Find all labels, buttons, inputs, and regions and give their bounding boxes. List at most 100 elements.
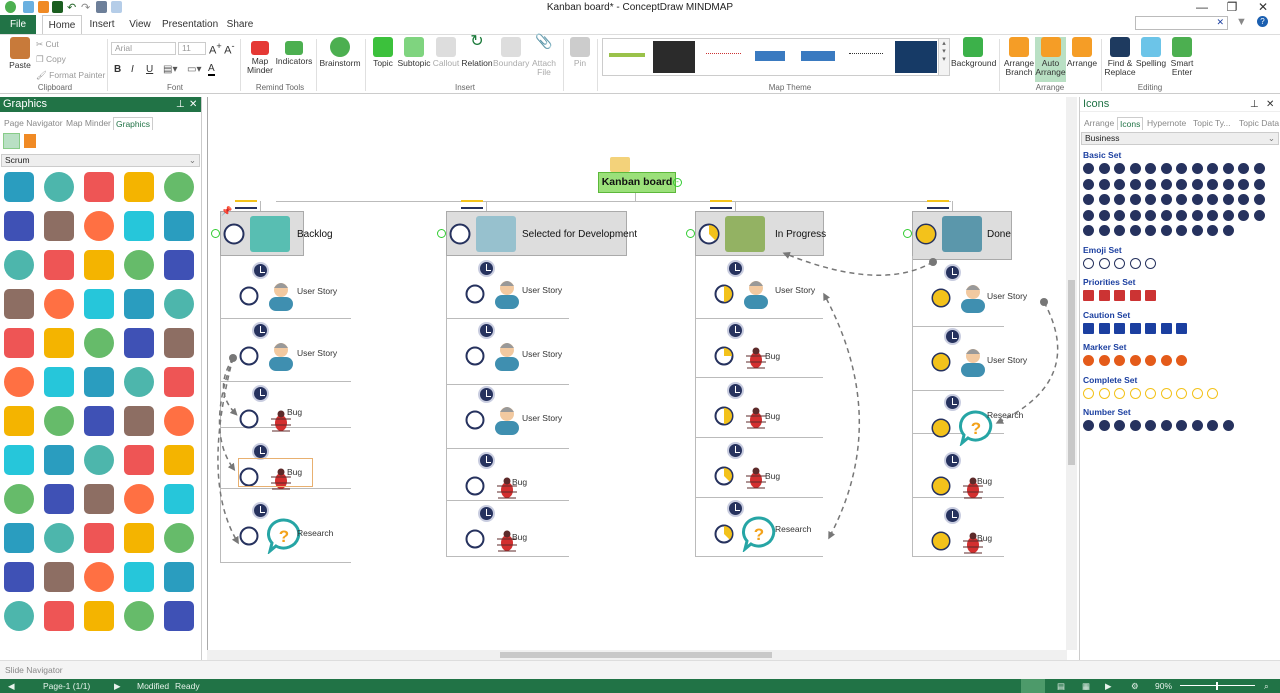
basic-set-icon[interactable] (1083, 178, 1094, 190)
magnifier-icon[interactable] (44, 601, 74, 631)
businessman-icon[interactable] (164, 172, 194, 202)
basic-set-icon[interactable] (1114, 194, 1125, 205)
basic-set-icon[interactable] (1114, 163, 1125, 174)
basic-set-icon[interactable] (1222, 225, 1234, 236)
eye-icon[interactable] (164, 601, 194, 631)
basic-set-icon[interactable] (1176, 209, 1187, 221)
indicators-button[interactable]: Indicators (275, 37, 313, 66)
complete-set-icon[interactable] (1129, 387, 1141, 399)
basic-set-icon[interactable] (1083, 225, 1094, 236)
basic-set-icon[interactable] (1098, 194, 1110, 205)
priorities-set-icon[interactable] (1129, 290, 1141, 301)
gantt-view-icon[interactable]: ▦ (1082, 681, 1090, 692)
print-preview-icon[interactable] (111, 1, 122, 13)
relation-arrow[interactable] (782, 251, 934, 276)
basic-set-icon[interactable] (1083, 163, 1094, 174)
help-icon[interactable]: ? (1257, 16, 1268, 27)
font-color-button[interactable]: A (208, 63, 215, 76)
number-set-icon[interactable] (1083, 420, 1094, 431)
marker-set-icon[interactable] (1160, 355, 1172, 366)
pin-panel-icon[interactable]: ⊥ (1250, 97, 1259, 112)
error-circle-icon[interactable] (164, 406, 194, 436)
fill-button[interactable]: ▭▾ (187, 64, 201, 75)
tab-home[interactable]: Home (42, 15, 82, 34)
bug-icon[interactable] (44, 211, 74, 241)
tab-topic-data[interactable]: Topic Data (1239, 117, 1279, 130)
basic-set-icon[interactable] (1253, 209, 1265, 221)
theme-4[interactable] (755, 51, 785, 61)
manager-icon[interactable] (164, 211, 194, 241)
align-button[interactable]: ▤▾ (163, 64, 177, 75)
priorities-set-icon[interactable] (1083, 290, 1094, 301)
target-icon[interactable] (4, 523, 34, 553)
complete-set-icon[interactable] (1098, 387, 1110, 399)
team-meeting-icon[interactable] (4, 250, 34, 280)
open-icon[interactable] (38, 1, 49, 13)
check-circle-icon[interactable] (44, 289, 74, 319)
image-library-icon[interactable] (24, 134, 36, 148)
underline-button[interactable]: U (146, 64, 153, 75)
emoji-set-icon[interactable] (1083, 257, 1094, 269)
gauge-icon[interactable] (124, 601, 154, 631)
format-painter-button[interactable]: 🖌 Format Painter (36, 70, 105, 81)
marker-set-icon[interactable] (1098, 355, 1110, 366)
tab-hypernote[interactable]: Hypernote (1147, 117, 1186, 130)
presenter-icon[interactable] (124, 445, 154, 475)
map-minder-button[interactable]: Map Minder (244, 37, 276, 75)
complete-set-icon[interactable] (1160, 387, 1172, 399)
tab-view[interactable]: View (125, 15, 155, 34)
clipboard-icon[interactable] (4, 601, 34, 631)
find-replace-button[interactable]: Find & Replace (1104, 37, 1136, 77)
basic-set-icon[interactable] (1191, 194, 1203, 205)
callout-button[interactable]: Callout (431, 37, 461, 68)
basic-set-icon[interactable] (1191, 163, 1203, 174)
marker-set-icon[interactable] (1083, 355, 1094, 366)
basic-set-icon[interactable] (1145, 178, 1156, 190)
complete-set-icon[interactable] (1083, 387, 1094, 399)
pin-button[interactable]: Pin (568, 37, 592, 68)
basic-set-icon[interactable] (1207, 178, 1218, 190)
library-view-icon[interactable] (3, 133, 20, 149)
gear-icon[interactable] (44, 172, 74, 202)
mvp-box-icon[interactable] (4, 367, 34, 397)
zoom-fit-icon[interactable]: ⌕ (1264, 681, 1269, 692)
relation-arrow[interactable] (995, 301, 1059, 424)
basic-set-icon[interactable] (1238, 178, 1249, 190)
filter-icon[interactable]: ▼ (1236, 16, 1247, 28)
paste-button[interactable]: Paste (6, 37, 34, 70)
thumbs-down-icon[interactable] (84, 562, 114, 592)
bold-button[interactable]: B (114, 64, 121, 75)
basic-set-icon[interactable] (1098, 178, 1110, 190)
tab-page-navigator[interactable]: Page Navigator (4, 117, 63, 130)
theme-scroll-button[interactable]: ▴ ▾ ▾ (938, 38, 950, 76)
theme-1[interactable] (609, 53, 645, 57)
relation-button[interactable]: ↻ Relation (461, 34, 493, 68)
gears-people-icon[interactable] (124, 250, 154, 280)
basic-set-icon[interactable] (1145, 225, 1156, 236)
worker-laptop-icon[interactable] (84, 289, 114, 319)
subtopic-button[interactable]: Subtopic (397, 37, 431, 68)
basic-set-icon[interactable] (1238, 209, 1249, 221)
basic-set-icon[interactable] (1145, 194, 1156, 205)
tab-graphics[interactable]: Graphics (113, 117, 154, 130)
basic-set-icon[interactable] (1145, 163, 1156, 174)
tab-insert[interactable]: Insert (85, 15, 119, 34)
complete-set-icon[interactable] (1145, 387, 1156, 399)
category-select[interactable]: Scrum ⌄ (1, 154, 200, 167)
chat-alert-icon[interactable] (84, 172, 114, 202)
team-icon[interactable] (4, 211, 34, 241)
tab-icons[interactable]: Icons (1117, 117, 1144, 130)
theme-3[interactable] (706, 53, 741, 58)
basic-set-icon[interactable] (1176, 194, 1187, 205)
complete-set-icon[interactable] (1114, 387, 1125, 399)
person-box-icon[interactable] (4, 406, 34, 436)
basic-set-icon[interactable] (1176, 163, 1187, 174)
basic-set-icon[interactable] (1238, 194, 1249, 205)
pencil-ruler-icon[interactable] (4, 445, 34, 475)
boundary-button[interactable]: Boundary (493, 37, 529, 68)
kanban-board-icon[interactable] (84, 445, 114, 475)
font-name-select[interactable]: Arial (111, 42, 176, 55)
marker-set-icon[interactable] (1145, 355, 1156, 366)
ruler-triangle-icon[interactable] (124, 289, 154, 319)
basic-set-icon[interactable] (1129, 194, 1141, 205)
